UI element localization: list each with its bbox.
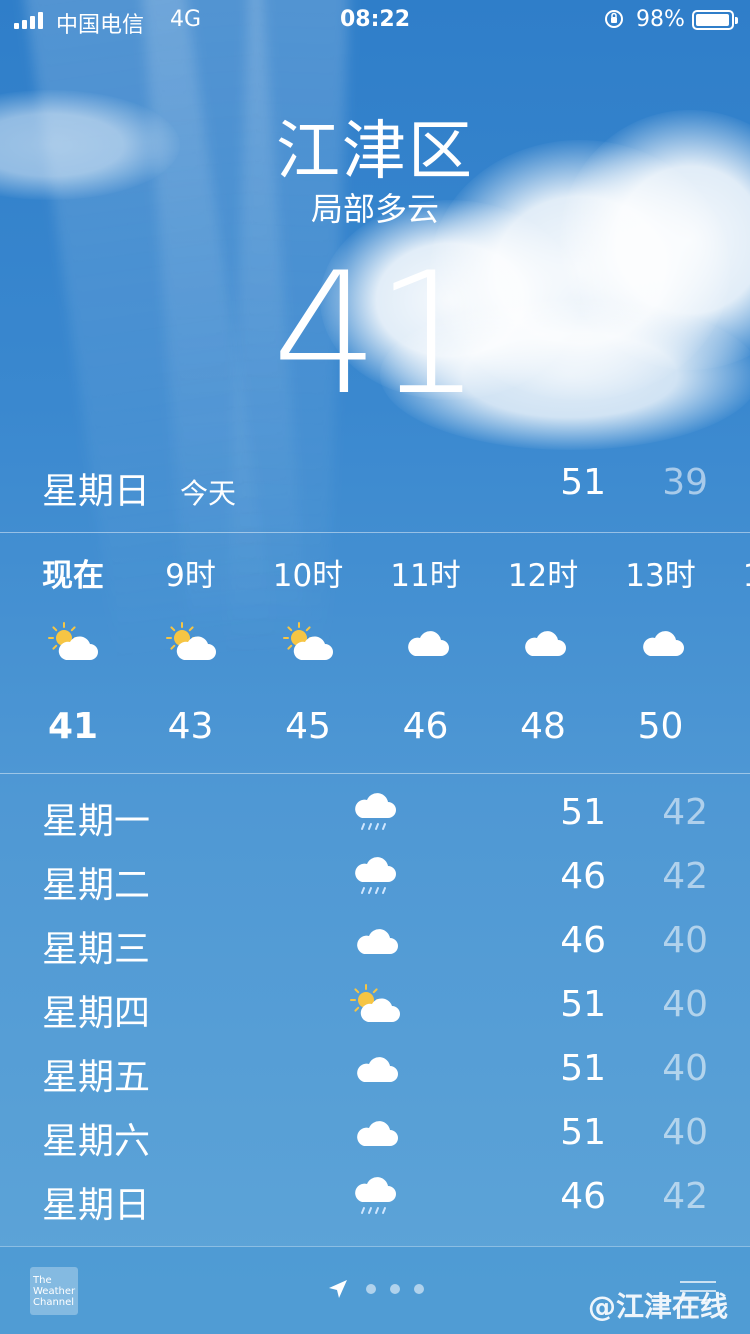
today-day-name: 星期日 — [42, 471, 151, 512]
location-arrow-icon[interactable] — [326, 1277, 350, 1301]
daily-row: 星期一 51 42 — [0, 782, 750, 846]
day-name: 星期五 — [42, 1057, 151, 1098]
rain-icon — [350, 856, 402, 900]
battery-icon — [692, 10, 738, 30]
divider — [0, 773, 750, 774]
hourly-forecast[interactable]: 现在 41 9时 43 10时 45 11时 46 12时 48 13时 50 14时 — [0, 534, 750, 772]
day-low: 42 — [662, 856, 708, 897]
hour-temperature: 43 — [167, 706, 214, 747]
partly-sunny-icon — [283, 622, 335, 662]
rotation-lock-icon — [605, 10, 623, 28]
status-bar: 中国电信 4G 08:22 98% — [0, 0, 750, 40]
day-name: 星期二 — [42, 865, 151, 906]
page-dot — [414, 1284, 424, 1294]
battery-level — [696, 14, 730, 26]
today-label: 今天 — [180, 477, 237, 510]
weather-condition: 局部多云 — [310, 190, 439, 228]
rain-icon — [350, 792, 402, 836]
day-name: 星期日 — [42, 1185, 151, 1226]
day-low: 40 — [662, 984, 708, 1025]
day-low: 42 — [662, 1176, 708, 1217]
day-high: 46 — [560, 1176, 606, 1217]
hour-temperature: 45 — [285, 706, 331, 747]
page-dot — [366, 1284, 376, 1294]
daily-forecast[interactable]: 星期一 51 42 星期二 46 42 星期三 46 40 星期四 51 40 星期五 51 40 星期六 51… — [0, 782, 750, 1244]
cloud-icon — [350, 920, 402, 964]
day-low: 40 — [662, 920, 708, 961]
daily-row: 星期四 51 40 — [0, 974, 750, 1038]
watermark-text: @江津在线 — [587, 1290, 728, 1323]
hour-label: 12时 — [507, 558, 579, 594]
day-high: 51 — [560, 984, 606, 1025]
day-low: 42 — [662, 792, 708, 833]
hour-label: 现在 — [42, 558, 104, 594]
hour-label: 14时 — [719, 550, 750, 595]
day-high: 46 — [560, 920, 606, 961]
partly-sunny-icon — [165, 622, 218, 662]
daily-row: 星期五 51 40 — [0, 1038, 750, 1102]
day-high: 51 — [560, 792, 606, 833]
cloud-icon — [350, 1112, 402, 1156]
current-temperature: 41 — [272, 236, 482, 432]
daily-row: 星期日 46 42 — [0, 1166, 750, 1230]
cloud-icon — [636, 622, 688, 662]
day-name: 星期三 — [42, 929, 151, 970]
day-name: 星期四 — [42, 993, 151, 1034]
day-name: 星期六 — [42, 1121, 151, 1162]
divider — [0, 532, 750, 533]
today-summary: 星期日 今天 51 39 — [0, 462, 750, 522]
partly-sunny-icon — [48, 622, 100, 662]
hour-temperature: 48 — [520, 706, 566, 747]
cloud-icon — [350, 1048, 402, 1092]
today-low: 39 — [662, 462, 708, 503]
daily-row: 星期三 46 40 — [0, 910, 750, 974]
bottom-toolbar: The Weather Channel @江津在线 — [0, 1246, 750, 1334]
partly-sunny-icon — [350, 984, 402, 1028]
hour-label: 10时 — [272, 558, 344, 594]
battery-percent: 98% — [636, 7, 685, 32]
day-name: 星期一 — [42, 801, 151, 842]
today-high: 51 — [560, 462, 606, 503]
cloud-icon — [401, 622, 453, 662]
hour-temperature: 41 — [47, 706, 99, 747]
city-name: 江津区 — [276, 115, 474, 189]
daily-row: 星期一 — [0, 1230, 750, 1244]
cloud-icon — [350, 1240, 402, 1244]
day-high: 51 — [560, 1112, 606, 1153]
rain-icon — [350, 1176, 402, 1220]
daily-row: 星期二 46 42 — [0, 846, 750, 910]
day-high: 46 — [560, 856, 606, 897]
hour-label: 9时 — [165, 558, 216, 594]
hour-label: 13时 — [625, 558, 696, 594]
day-high: 51 — [560, 1048, 606, 1089]
page-indicator[interactable] — [366, 1284, 424, 1294]
day-low: 40 — [662, 1112, 708, 1153]
weather-channel-logo[interactable]: The Weather Channel — [30, 1267, 78, 1315]
day-low: 40 — [662, 1048, 708, 1089]
page-dot — [390, 1284, 400, 1294]
daily-row: 星期六 51 40 — [0, 1102, 750, 1166]
day-name: 星期一 — [42, 1240, 150, 1244]
hour-label: 11时 — [390, 558, 461, 594]
hour-temperature: 46 — [402, 706, 449, 747]
cloud-icon — [518, 622, 570, 662]
hour-temperature: 50 — [637, 706, 684, 747]
